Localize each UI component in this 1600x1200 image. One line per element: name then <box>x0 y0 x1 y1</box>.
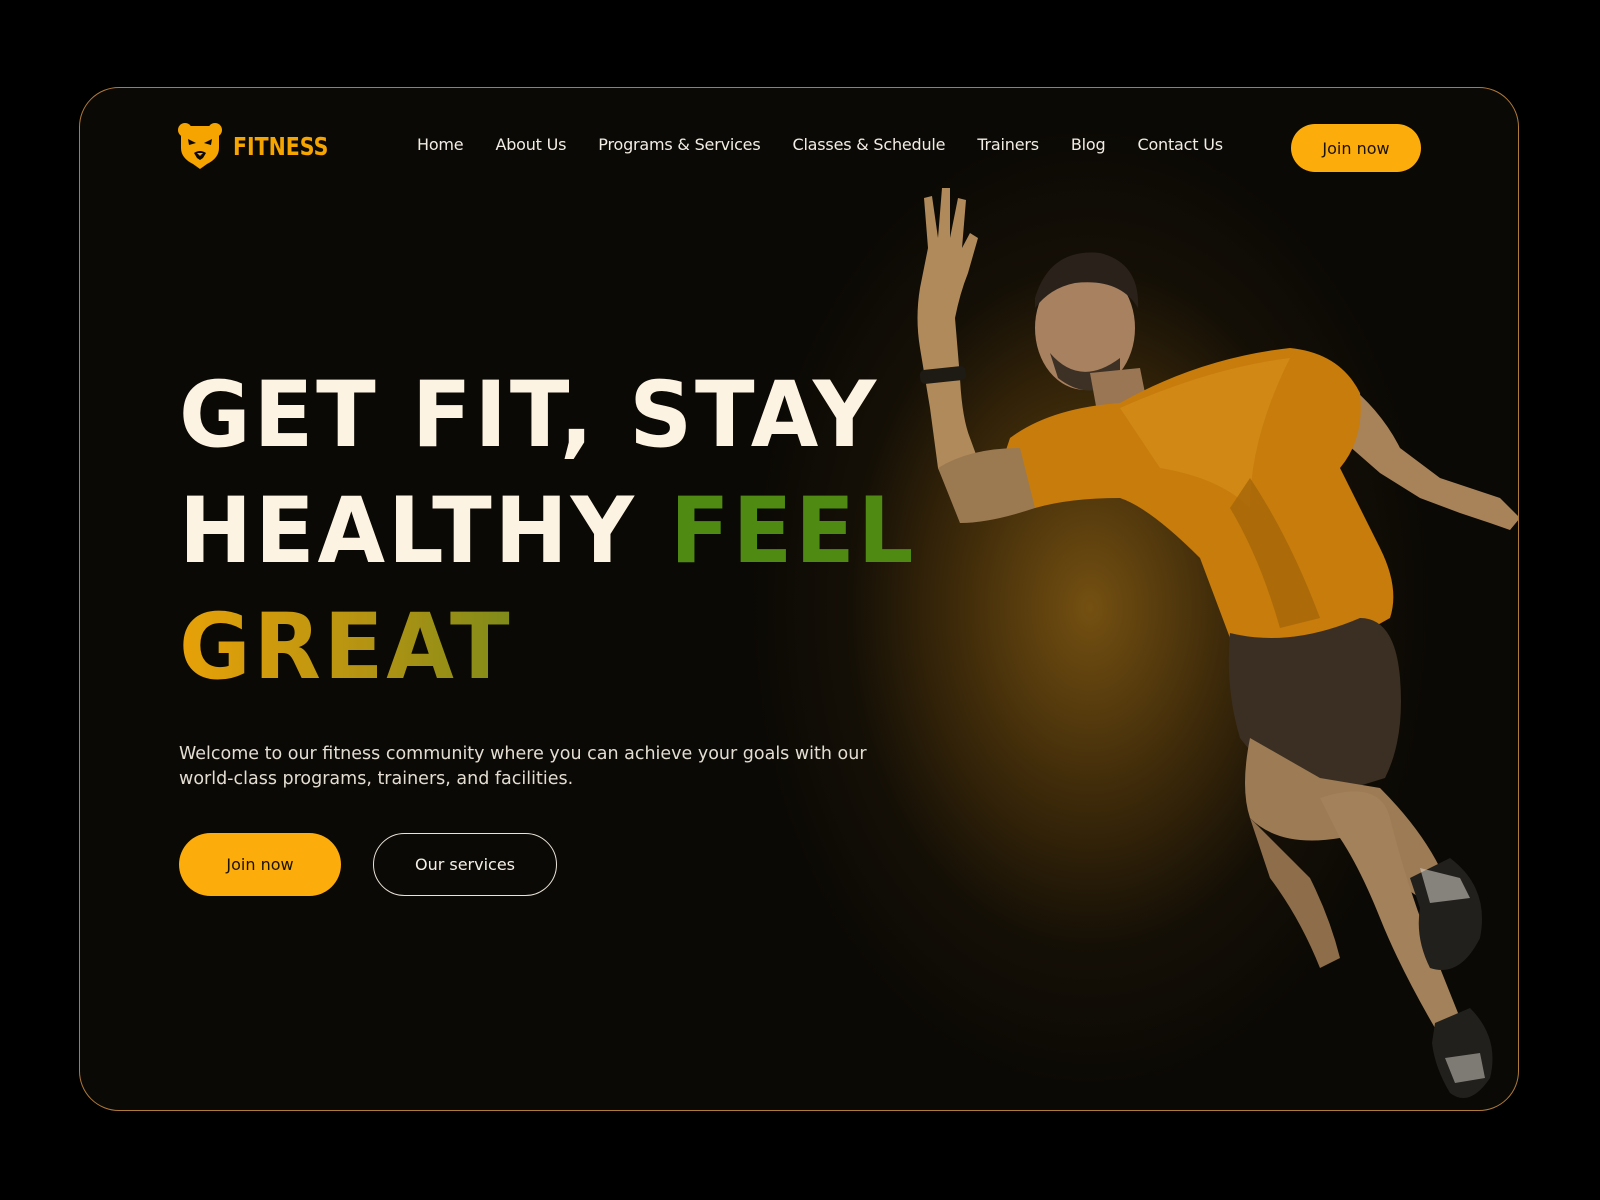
brand-name: FITNESS <box>233 131 329 161</box>
hero-join-now-button[interactable]: Join now <box>179 833 341 896</box>
headline-line-3: GREAT <box>179 590 916 706</box>
headline-feel: FEEL <box>670 479 917 584</box>
nav-item-about-us[interactable]: About Us <box>495 135 566 154</box>
hero-headline: GET FIT, STAY HEALTHY FEEL GREAT <box>179 358 916 706</box>
header-join-now-button[interactable]: Join now <box>1291 124 1421 172</box>
nav-item-trainers[interactable]: Trainers <box>977 135 1039 154</box>
nav-item-home[interactable]: Home <box>417 135 464 154</box>
headline-line-2: HEALTHY FEEL <box>179 474 916 590</box>
nav-item-programs-services[interactable]: Programs & Services <box>598 135 760 154</box>
our-services-button[interactable]: Our services <box>373 833 557 896</box>
nav-item-contact-us[interactable]: Contact Us <box>1137 135 1223 154</box>
headline-great: GREAT <box>179 595 513 700</box>
athlete-image <box>917 188 1518 1098</box>
bear-head-icon <box>177 122 223 170</box>
landing-page-frame: FITNESS Home About Us Programs & Service… <box>79 87 1519 1111</box>
brand-logo[interactable]: FITNESS <box>177 122 349 170</box>
nav-item-classes-schedule[interactable]: Classes & Schedule <box>792 135 945 154</box>
main-nav: Home About Us Programs & Services Classe… <box>417 135 1223 154</box>
headline-healthy: HEALTHY <box>179 479 637 584</box>
hero-subtitle: Welcome to our fitness community where y… <box>179 744 867 789</box>
headline-line-1: GET FIT, STAY <box>179 363 879 468</box>
nav-item-blog[interactable]: Blog <box>1071 135 1106 154</box>
